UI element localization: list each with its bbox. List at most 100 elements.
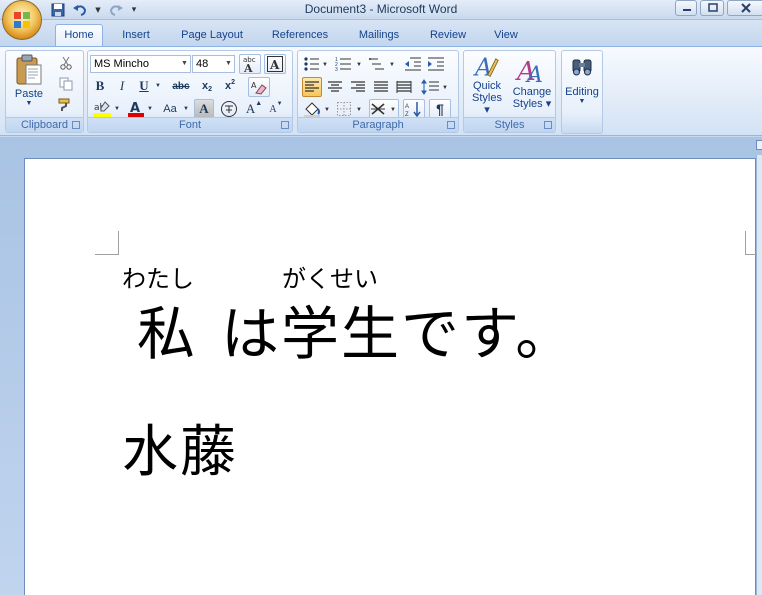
show-hide-button[interactable]: ¶ xyxy=(429,99,451,119)
subscript-button[interactable]: x2 xyxy=(197,77,217,95)
character-border-button[interactable]: A xyxy=(264,54,286,74)
ruler-toggle-button[interactable] xyxy=(756,140,762,150)
quick-styles-label-1: Quick xyxy=(472,80,502,92)
paint-bucket-icon: ▼ xyxy=(304,102,330,118)
highlight-button[interactable]: ab xyxy=(91,99,113,119)
font-color-button[interactable]: A xyxy=(126,99,146,119)
window-title: Document3 - Microsoft Word xyxy=(304,2,458,16)
svg-text:3: 3 xyxy=(335,67,338,72)
title-bar: ▼ ▾ Document3 - Microsoft Word xyxy=(0,0,762,20)
document-text-line1: は学生です。 xyxy=(221,300,576,368)
font-name-value: MS Mincho xyxy=(94,58,150,70)
tab-view[interactable]: View xyxy=(484,26,528,46)
change-case-dropdown-icon[interactable]: ▼ xyxy=(181,99,191,119)
grow-font-button[interactable]: A ▲ xyxy=(244,99,264,119)
cut-button[interactable] xyxy=(56,54,76,72)
font-size-dropdown-icon[interactable]: ▼ xyxy=(223,56,234,72)
editing-dropdown-icon: ▼ xyxy=(578,98,586,105)
bullets-icon: ▼ xyxy=(304,57,328,71)
font-size-combobox[interactable]: 48 ▼ xyxy=(192,55,235,73)
svg-text:▼: ▼ xyxy=(389,62,395,68)
document-page[interactable]: わたし がくせい 私 は学生です。 水藤 xyxy=(24,158,757,595)
shading-button[interactable]: ▼ xyxy=(302,99,332,119)
office-button[interactable] xyxy=(2,0,42,40)
asian-layout-button[interactable]: ▼ xyxy=(369,99,399,119)
office-logo-icon xyxy=(14,12,30,28)
clipboard-group: Paste ▼ Clipboard xyxy=(5,50,84,133)
character-shading-button[interactable]: A xyxy=(194,99,214,119)
maximize-button[interactable] xyxy=(700,0,724,16)
highlight-dropdown-icon[interactable]: ▼ xyxy=(112,99,122,119)
asian-layout-icon: ▼ xyxy=(371,103,396,115)
quick-styles-icon: A xyxy=(473,54,499,78)
clipboard-launcher-icon[interactable] xyxy=(72,121,80,129)
svg-text:A: A xyxy=(243,62,253,73)
svg-text:▼: ▼ xyxy=(356,107,362,113)
multilevel-list-button[interactable]: ▼ xyxy=(367,54,397,74)
align-left-button[interactable] xyxy=(302,77,322,97)
paste-label: Paste xyxy=(14,88,44,100)
bold-button[interactable]: B xyxy=(91,77,109,95)
line-spacing-button[interactable]: ▼ xyxy=(420,77,450,97)
underline-dropdown-icon[interactable]: ▼ xyxy=(153,77,163,95)
tab-review[interactable]: Review xyxy=(420,26,476,46)
font-name-combobox[interactable]: MS Mincho ▼ xyxy=(90,55,191,73)
shrink-font-button[interactable]: A ▼ xyxy=(266,99,286,119)
distributed-button[interactable] xyxy=(394,77,414,97)
tab-insert[interactable]: Insert xyxy=(113,26,159,46)
margin-crop-mark-right xyxy=(745,231,757,255)
tab-references[interactable]: References xyxy=(264,26,336,46)
change-styles-icon: AA xyxy=(515,57,543,84)
quick-styles-button[interactable]: A Quick Styles ▾ xyxy=(467,53,507,117)
align-center-button[interactable] xyxy=(325,77,345,97)
enclose-characters-button[interactable] xyxy=(219,99,239,119)
sort-button[interactable]: AZ xyxy=(403,99,425,119)
tab-mailings[interactable]: Mailings xyxy=(347,26,411,46)
bullets-button[interactable]: ▼ xyxy=(302,54,330,74)
tab-page-layout[interactable]: Page Layout xyxy=(172,26,252,46)
format-painter-icon xyxy=(58,98,70,111)
align-left-icon xyxy=(305,81,319,92)
document-text-line2: 水藤 xyxy=(122,420,238,485)
svg-text:A: A xyxy=(251,81,257,90)
close-button[interactable] xyxy=(727,0,762,16)
change-case-button[interactable]: Aa xyxy=(158,99,182,119)
superscript-button[interactable]: x2 xyxy=(220,77,240,95)
justify-button[interactable] xyxy=(371,77,391,97)
change-styles-button[interactable]: AA Change Styles ▾ xyxy=(510,53,554,117)
numbering-icon: 123▼ xyxy=(335,57,362,72)
editing-group: Editing ▼ xyxy=(561,50,603,134)
phonetic-guide-button[interactable]: abc A xyxy=(239,54,261,74)
styles-launcher-icon[interactable] xyxy=(544,121,552,129)
format-painter-button[interactable] xyxy=(56,96,76,114)
font-color-icon: A xyxy=(128,101,144,117)
paragraph-group: ▼ 1 2 3 ▼ ▼ ▼ ▼ ▼ ▼ A Z ¶ Paragraph xyxy=(297,50,459,133)
svg-text:▼: ▼ xyxy=(324,107,330,113)
font-color-dropdown-icon[interactable]: ▼ xyxy=(145,99,155,119)
tab-home[interactable]: Home xyxy=(55,24,103,47)
italic-button[interactable]: I xyxy=(113,77,131,95)
increase-indent-button[interactable] xyxy=(426,54,446,74)
font-launcher-icon[interactable] xyxy=(281,121,289,129)
decrease-indent-button[interactable] xyxy=(403,54,423,74)
borders-button[interactable]: ▼ xyxy=(335,99,365,119)
copy-button[interactable] xyxy=(56,75,76,93)
svg-text:▼: ▼ xyxy=(356,62,362,68)
minimize-button[interactable] xyxy=(675,0,697,16)
ribbon-tabs: Home Insert Page Layout References Maili… xyxy=(0,20,762,58)
align-right-icon xyxy=(351,81,365,92)
align-right-button[interactable] xyxy=(348,77,368,97)
svg-text:▼: ▼ xyxy=(442,85,448,91)
editing-button[interactable]: Editing ▼ xyxy=(563,53,601,115)
vertical-scrollbar[interactable] xyxy=(756,155,762,595)
strikethrough-button[interactable]: abc xyxy=(170,77,192,95)
paragraph-group-label: Paragraph xyxy=(298,117,458,132)
paragraph-launcher-icon[interactable] xyxy=(447,121,455,129)
numbering-button[interactable]: 1 2 3 ▼ xyxy=(334,54,364,74)
underline-button[interactable]: U xyxy=(135,77,153,95)
sort-icon: AZ xyxy=(405,102,421,117)
font-name-dropdown-icon[interactable]: ▼ xyxy=(179,56,190,72)
align-center-icon xyxy=(328,81,342,92)
paste-button[interactable]: Paste ▼ xyxy=(9,53,49,115)
clear-formatting-button[interactable]: A xyxy=(248,77,270,97)
